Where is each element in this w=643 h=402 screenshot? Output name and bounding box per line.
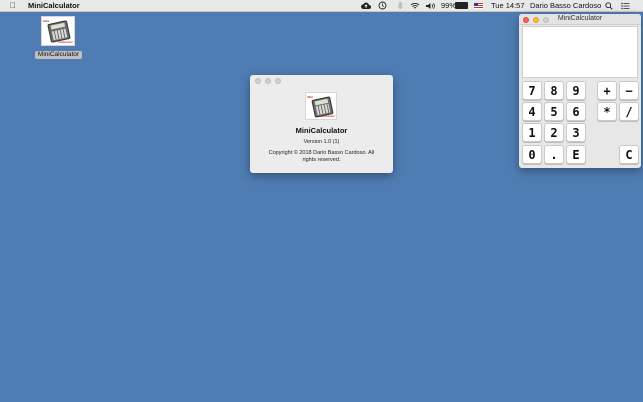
key-clear[interactable]: C — [619, 145, 639, 164]
about-copyright: Copyright © 2018 Dario Basso Cardoso. Al… — [268, 150, 375, 163]
search-icon[interactable] — [605, 0, 613, 11]
menu-user[interactable]: Dario Basso Cardoso — [530, 1, 601, 10]
desktop-icon-label[interactable]: MiniCalculator — [35, 51, 82, 59]
bluetooth-icon[interactable] — [397, 0, 403, 11]
menu-clock[interactable]: Tue 14:57 — [491, 1, 525, 10]
key-multiply[interactable]: * — [597, 102, 617, 121]
calculator-display — [522, 26, 638, 78]
apple-icon[interactable]:  — [10, 1, 16, 10]
about-minimize-button[interactable] — [265, 78, 271, 84]
key-9[interactable]: 9 — [566, 81, 586, 100]
about-app-icon: Mini Calculator — [305, 92, 337, 120]
key-2[interactable]: 2 — [544, 123, 564, 142]
desktop-app-icon[interactable]: Mini Calculator — [41, 16, 75, 46]
volume-icon[interactable] — [425, 0, 436, 11]
about-window: Mini Calculator MiniCalculator Version 1… — [250, 75, 393, 173]
battery-icon[interactable] — [455, 0, 468, 11]
about-close-button[interactable] — [255, 78, 261, 84]
key-exponent[interactable]: E — [566, 145, 586, 164]
key-1[interactable]: 1 — [522, 123, 542, 142]
notification-center-icon[interactable] — [621, 0, 630, 11]
key-divide[interactable]: / — [619, 102, 639, 121]
time-machine-icon[interactable] — [378, 0, 387, 11]
key-6[interactable]: 6 — [566, 102, 586, 121]
key-decimal[interactable]: . — [544, 145, 564, 164]
menu-bar:  MiniCalculator 99% Tue 14:57 Dario Bas… — [0, 0, 643, 12]
calculator-window: MiniCalculator 7 8 9 + − 4 5 6 * / 1 2 3… — [519, 14, 641, 168]
key-4[interactable]: 4 — [522, 102, 542, 121]
key-3[interactable]: 3 — [566, 123, 586, 142]
cloud-upload-icon[interactable] — [361, 0, 371, 11]
key-plus[interactable]: + — [597, 81, 617, 100]
key-5[interactable]: 5 — [544, 102, 564, 121]
wifi-icon[interactable] — [410, 0, 420, 11]
calculator-titlebar[interactable]: MiniCalculator — [519, 14, 641, 25]
about-version: Version 1.0 (1) — [303, 139, 340, 145]
key-minus[interactable]: − — [619, 81, 639, 100]
us-flag-icon[interactable] — [474, 0, 483, 11]
battery-percent: 99% — [441, 1, 457, 10]
key-0[interactable]: 0 — [522, 145, 542, 164]
about-titlebar[interactable] — [250, 75, 393, 85]
key-8[interactable]: 8 — [544, 81, 564, 100]
about-zoom-button[interactable] — [275, 78, 281, 84]
key-7[interactable]: 7 — [522, 81, 542, 100]
about-app-name: MiniCalculator — [295, 126, 348, 135]
calculator-title: MiniCalculator — [557, 15, 603, 22]
menu-app-name[interactable]: MiniCalculator — [28, 1, 80, 10]
